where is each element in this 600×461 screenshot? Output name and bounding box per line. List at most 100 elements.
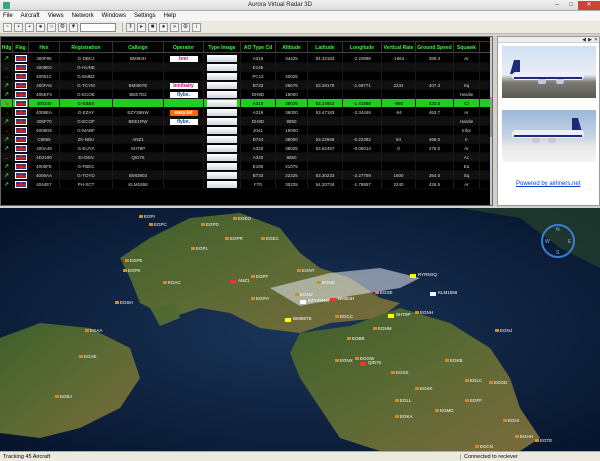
column-header-vertical-rate[interactable]: Vertical Rate: [382, 42, 416, 52]
airport-marker[interactable]: EGPH: [251, 296, 269, 301]
table-row[interactable]: → 4D2190 EI-DEN QID76 A320 8850 Ac: [1, 153, 490, 162]
menu-views[interactable]: Views: [48, 13, 64, 19]
table-row[interactable]: ↗ 400F95 G-DBCJ BMI84H bmi A319 34425 54.33183-…: [1, 54, 490, 63]
airport-marker[interactable]: EGTE: [534, 438, 552, 443]
column-header-hex[interactable]: Hex: [29, 42, 60, 52]
column-header-callsign[interactable]: Callsign: [113, 42, 164, 52]
airport-marker[interactable]: EGPI: [139, 214, 155, 219]
airport-marker[interactable]: EGPE: [125, 258, 143, 263]
airport-marker[interactable]: EGBB: [347, 336, 365, 341]
stop-icon[interactable]: ■: [148, 22, 157, 32]
table-row[interactable]: ↗ 405EF4 G-ECOE BEE7D2 flybe. DH8D 18000 Hardie: [1, 90, 490, 99]
aircraft-marker[interactable]: [300, 300, 306, 304]
table-row[interactable]: ↗ 4044E7 PH-XCT KLM1558 F70 30225 54.20734 -1.7…: [1, 180, 490, 189]
table-row[interactable]: ↗ 405F70 G-ECOF BEE1RW flybe. DH8D 9850 Hardie: [1, 117, 490, 126]
table-row[interactable]: ↗ 4006AA G-TOYD BMI3903 B733 22225 53.30233 -2.…: [1, 171, 490, 180]
airport-marker[interactable]: EGAC: [163, 280, 181, 285]
grid-scrollbar[interactable]: [490, 37, 492, 205]
column-header-type-image[interactable]: Type Image: [204, 42, 241, 52]
aircraft-marker[interactable]: [230, 280, 236, 284]
airliners-link[interactable]: Powered by airliners.net: [516, 181, 580, 187]
airport-marker[interactable]: EGKA: [395, 414, 413, 419]
record-icon[interactable]: ●: [159, 22, 168, 32]
airport-marker[interactable]: EGBJ: [55, 394, 72, 399]
airport-marker[interactable]: EGNH: [414, 310, 433, 315]
menu-help[interactable]: Help: [164, 13, 176, 19]
table-row[interactable]: ↗ 4006FE G-FBEC E195 21075 Ea: [1, 162, 490, 171]
view-select[interactable]: [80, 22, 116, 32]
aircraft-marker[interactable]: [360, 362, 366, 366]
table-row[interactable]: → 40051C G-EMBZ PC12 20025: [1, 72, 490, 81]
airport-marker[interactable]: EGPR: [225, 236, 243, 241]
airport-marker[interactable]: EGNX: [335, 358, 353, 363]
airport-marker[interactable]: EGLL: [395, 398, 412, 403]
column-header-altitude[interactable]: Altitude: [276, 42, 308, 52]
table-row[interactable]: → 4008E0 G-HUNE E145: [1, 63, 490, 72]
new-icon[interactable]: ▫: [3, 22, 12, 32]
airport-marker[interactable]: EGPC: [149, 222, 167, 227]
minimize-button[interactable]: –: [550, 1, 564, 10]
airport-marker[interactable]: EGNM: [373, 326, 392, 331]
airport-marker[interactable]: EGGD: [488, 380, 507, 385]
airport-marker[interactable]: EGPK: [123, 268, 141, 273]
column-header-flag[interactable]: Flag: [13, 42, 29, 52]
zoom-icon[interactable]: ⊕: [181, 22, 190, 32]
table-row[interactable]: ↗ C8855 ZK-NBU ANZ1 B744 38000 53.22669 -0.2238…: [1, 135, 490, 144]
table-row[interactable]: → 4008EA G-EZAY EZY39NW easyJet A319 36000 53.4…: [1, 108, 490, 117]
maximize-button[interactable]: □: [564, 1, 578, 10]
airport-marker[interactable]: EGMD: [435, 408, 454, 413]
airport-marker[interactable]: EGCC: [334, 314, 353, 319]
table-row[interactable]: ↗ 400A49 G-EUYA SHT8P A320 38025 53.62467 -0.06…: [1, 144, 490, 153]
column-header-hdg[interactable]: Hdg: [1, 42, 13, 52]
airport-marker[interactable]: EGAE: [79, 354, 97, 359]
airport-marker[interactable]: EGLC: [464, 378, 482, 383]
airport-marker[interactable]: EGPF: [250, 274, 268, 279]
open-icon[interactable]: ▪: [14, 22, 23, 32]
aircraft-marker[interactable]: [410, 274, 416, 278]
airport-marker[interactable]: EGAA: [85, 328, 103, 333]
airport-marker[interactable]: EGXE: [375, 290, 393, 295]
column-header-ao-type-cd[interactable]: AO Type Cd: [241, 42, 276, 52]
aircraft-marker[interactable]: [388, 314, 394, 318]
close-panel-icon[interactable]: ✕: [593, 37, 599, 43]
settings-icon[interactable]: ⚙: [58, 22, 67, 32]
airport-marker[interactable]: EGKK: [415, 386, 433, 391]
airport-marker[interactable]: EGHI: [502, 418, 519, 423]
airport-marker[interactable]: EGNV: [295, 292, 313, 297]
info-icon[interactable]: i: [192, 22, 201, 32]
connect-icon[interactable]: ●: [36, 22, 45, 32]
menu-network[interactable]: Network: [72, 13, 94, 19]
table-row[interactable]: ↗ 400FA5 G-TCYM BMI86TE bmibaby B733 26675 53.2…: [1, 81, 490, 90]
column-header-operator[interactable]: Operator: [164, 42, 204, 52]
save-icon[interactable]: ▪: [25, 22, 34, 32]
column-header-longitude[interactable]: Longitude: [343, 42, 382, 52]
aircraft-marker[interactable]: [285, 318, 291, 322]
airport-marker[interactable]: EGCN: [474, 444, 493, 449]
airport-marker[interactable]: EGNS: [317, 280, 335, 285]
map-compass[interactable]: N E S W: [541, 224, 575, 258]
airport-marker[interactable]: EGSS: [391, 370, 409, 375]
close-button[interactable]: ✕: [578, 0, 600, 10]
pause-icon[interactable]: ‖: [126, 22, 135, 32]
airport-marker[interactable]: EGEC: [261, 236, 279, 241]
radar-map[interactable]: N E S W EGPI EGPC EGEO EGPD EGPR EGEC EGPL EGPE…: [0, 208, 600, 451]
airport-marker[interactable]: EGPL: [190, 246, 208, 251]
column-header-latitude[interactable]: Latitude: [308, 42, 343, 52]
table-row[interactable]: ↘ 400340 G-EBBS A319 38025 53.24953 -1.41888 -9…: [1, 99, 490, 108]
airport-marker[interactable]: EGPD: [201, 222, 219, 227]
disconnect-icon[interactable]: ○: [47, 22, 56, 32]
filter-icon[interactable]: ▼: [69, 22, 78, 32]
table-row[interactable]: → 4008D6 G-MABF J041 19000 Infor: [1, 126, 490, 135]
airport-marker[interactable]: EGSH: [115, 300, 133, 305]
grid-scroll-thumb[interactable]: [490, 97, 492, 137]
menu-aircraft[interactable]: Aircraft: [21, 13, 40, 19]
airport-marker[interactable]: EGKB: [445, 358, 463, 363]
airport-marker[interactable]: EGNT: [297, 268, 315, 273]
column-header-registration[interactable]: Registration: [60, 42, 113, 52]
airport-marker[interactable]: EGEO: [232, 216, 251, 221]
step-icon[interactable]: »: [170, 22, 179, 32]
menu-windows[interactable]: Windows: [102, 13, 126, 19]
menu-file[interactable]: File: [3, 13, 13, 19]
column-header-ground-speed[interactable]: Ground Speed: [416, 42, 454, 52]
aircraft-marker[interactable]: [330, 298, 336, 302]
